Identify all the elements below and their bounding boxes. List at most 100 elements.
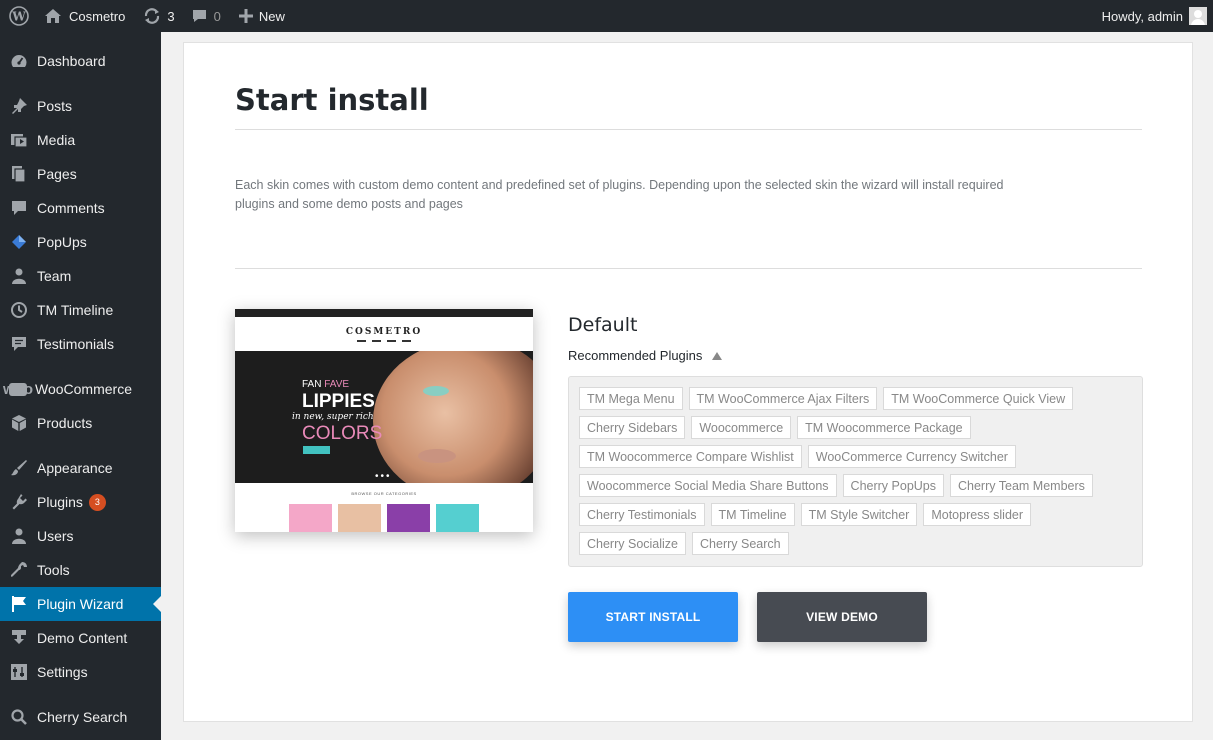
new-content-link[interactable]: New	[238, 0, 285, 32]
new-label: New	[258, 8, 285, 24]
sidebar-item-plugins[interactable]: Plugins 3	[0, 485, 161, 519]
plugin-chip: Motopress slider	[923, 503, 1032, 526]
view-demo-button[interactable]: VIEW DEMO	[757, 592, 927, 642]
sidebar-item-popups[interactable]: PopUps	[0, 225, 161, 259]
popups-icon	[9, 232, 29, 252]
team-icon	[9, 266, 29, 286]
preview-slider-dots: •••	[375, 471, 392, 482]
plugin-chip: Cherry Testimonials	[579, 503, 705, 526]
flag-icon	[9, 594, 29, 614]
sidebar-item-users[interactable]: Users	[0, 519, 161, 553]
sidebar-item-label: TM Timeline	[37, 302, 114, 318]
plugin-chip: Cherry Socialize	[579, 532, 687, 555]
sidebar-item-label: Plugin Wizard	[37, 596, 124, 612]
search-icon	[9, 707, 29, 727]
comments-link[interactable]: 0	[191, 0, 221, 32]
plugins-update-badge: 3	[88, 493, 106, 511]
plugin-chip: Woocommerce	[691, 416, 792, 439]
plugin-chip: TM WooCommerce Ajax Filters	[688, 387, 878, 410]
wordpress-logo-icon[interactable]: W	[4, 0, 34, 32]
updates-link[interactable]: 3	[143, 0, 175, 32]
sidebar-item-label: WooCommerce	[35, 381, 132, 397]
admin-sidebar: Dashboard Posts Media Pages Comments Pop…	[0, 32, 161, 740]
skin-name: Default	[568, 314, 638, 336]
plugin-chip: Cherry Sidebars	[579, 416, 686, 439]
start-install-button[interactable]: START INSTALL	[568, 592, 738, 642]
user-icon	[9, 526, 29, 546]
preview-hero-banner: FAN FAVE LIPPIES in new, super rich COLO…	[235, 351, 533, 483]
sidebar-item-cherry-search[interactable]: Cherry Search	[0, 700, 161, 734]
site-name-link[interactable]: Cosmetro	[44, 0, 125, 32]
model-face-image	[373, 351, 533, 483]
preview-line-3: in new, super rich	[292, 412, 374, 422]
plugin-chip: WooCommerce Currency Switcher	[807, 445, 1016, 468]
recommended-plugins-toggle[interactable]: Recommended Plugins	[568, 348, 723, 363]
sidebar-item-media[interactable]: Media	[0, 123, 161, 157]
preview-topbar	[235, 309, 533, 317]
wizard-panel: Start install Each skin comes with custo…	[183, 42, 1193, 722]
divider	[235, 129, 1142, 130]
comment-icon	[9, 198, 29, 218]
sidebar-item-label: Tools	[37, 562, 70, 578]
comment-icon	[192, 10, 206, 22]
sidebar-item-woocommerce[interactable]: woo WooCommerce	[0, 372, 161, 406]
plugin-chip: TM Style Switcher	[800, 503, 918, 526]
sidebar-item-products[interactable]: Products	[0, 406, 161, 440]
preview-header: COSMETRO	[235, 317, 533, 351]
preview-line-1: FAN FAVE	[302, 379, 350, 390]
skin-preview-image: COSMETRO FAN FAVE LIPPIES in new, super …	[235, 309, 533, 532]
preview-category-tile	[289, 504, 332, 532]
wizard-description: Each skin comes with custom demo content…	[235, 178, 1004, 211]
settings-icon	[9, 662, 29, 682]
sidebar-item-comments[interactable]: Comments	[0, 191, 161, 225]
refresh-icon	[145, 8, 160, 24]
sidebar-item-label: Users	[37, 528, 74, 544]
sidebar-item-label: Cherry Search	[37, 709, 128, 725]
avatar	[1189, 7, 1207, 25]
sidebar-item-dashboard[interactable]: Dashboard	[0, 44, 161, 78]
sidebar-item-team[interactable]: Team	[0, 259, 161, 293]
sidebar-item-pages[interactable]: Pages	[0, 157, 161, 191]
page-title: Start install	[235, 83, 429, 117]
sidebar-item-label: Plugins	[37, 494, 83, 510]
preview-nav	[357, 339, 411, 342]
plugin-chip: Cherry Search	[692, 532, 789, 555]
divider	[235, 268, 1142, 269]
admin-bar: W Cosmetro 3 0 New Howdy, admin	[0, 0, 1213, 32]
sidebar-item-label: Settings	[37, 664, 88, 680]
recommended-plugins-label: Recommended Plugins	[568, 348, 703, 363]
sidebar-item-testimonials[interactable]: Testimonials	[0, 327, 161, 361]
preview-category-tile	[338, 504, 381, 532]
preview-subheading: BROWSE OUR CATEGORIES	[351, 491, 417, 496]
svg-text:W: W	[11, 10, 26, 24]
site-name: Cosmetro	[69, 8, 126, 24]
sidebar-item-label: Pages	[37, 166, 77, 182]
sidebar-item-posts[interactable]: Posts	[0, 89, 161, 123]
sidebar-item-demo-content[interactable]: Demo Content	[0, 621, 161, 655]
my-account-link[interactable]: Howdy, admin	[1102, 0, 1207, 32]
pin-icon	[9, 96, 29, 116]
sidebar-item-plugin-wizard[interactable]: Plugin Wizard	[0, 587, 161, 621]
sidebar-item-label: Comments	[37, 200, 105, 216]
plugins-list: TM Mega Menu TM WooCommerce Ajax Filters…	[568, 376, 1143, 567]
updates-count: 3	[167, 8, 175, 24]
plugin-chip: Cherry PopUps	[842, 474, 944, 497]
dashboard-icon	[9, 51, 29, 71]
sidebar-item-label: Appearance	[37, 460, 113, 476]
comments-count: 0	[213, 8, 221, 24]
sidebar-item-label: Posts	[37, 98, 73, 114]
sidebar-item-label: Testimonials	[37, 336, 115, 352]
sidebar-item-appearance[interactable]: Appearance	[0, 451, 161, 485]
preview-logo: COSMETRO	[345, 326, 423, 337]
plus-icon	[238, 9, 253, 23]
preview-line-2: LIPPIES	[302, 391, 375, 412]
sidebar-item-settings[interactable]: Settings	[0, 655, 161, 689]
howdy-text: Howdy, admin	[1101, 8, 1183, 24]
home-icon	[45, 9, 61, 23]
sidebar-item-tm-timeline[interactable]: TM Timeline	[0, 293, 161, 327]
sidebar-item-label: PopUps	[37, 234, 87, 250]
woo-icon: woo	[3, 380, 33, 398]
sidebar-item-tools[interactable]: Tools	[0, 553, 161, 587]
caret-up-icon	[712, 351, 723, 360]
sidebar-item-label: Demo Content	[37, 630, 128, 646]
